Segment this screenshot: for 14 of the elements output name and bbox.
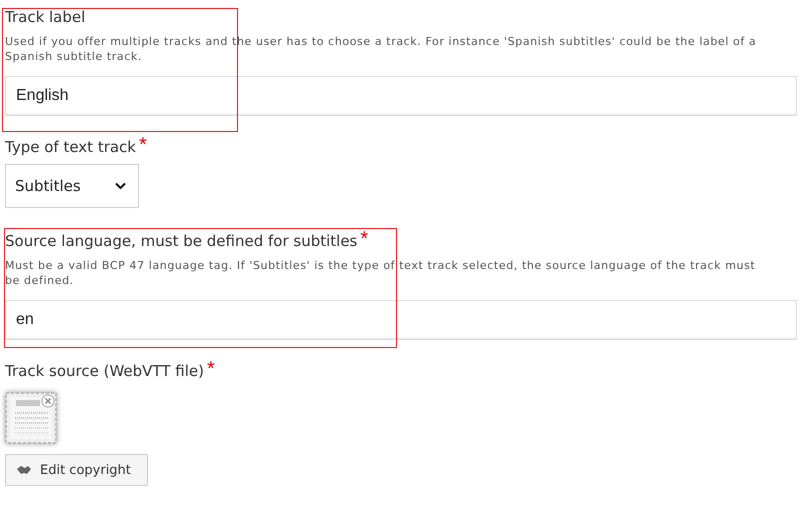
edit-copyright-button[interactable]: Edit copyright <box>5 454 148 486</box>
field-description: Must be a valid BCP 47 language tag. If 'Subtitles' is the type of text track selected, the source language of the track must be defined. <box>5 258 756 288</box>
required-mark: * <box>206 358 215 380</box>
field-label: Source language, must be defined for subtitles <box>5 231 358 252</box>
field-label: Type of text track <box>5 137 136 158</box>
required-mark: * <box>360 228 368 250</box>
required-mark: * <box>139 134 147 156</box>
field-label: Track source (WebVTT file) <box>5 361 204 382</box>
text-field[interactable]: English <box>5 76 797 116</box>
type-dropdown[interactable]: Subtitles <box>5 164 139 208</box>
text-field[interactable]: en <box>5 300 797 340</box>
chevron-down-icon <box>115 182 126 190</box>
field-label: Track label <box>5 7 86 28</box>
text-file-thumbnail-icon[interactable] <box>5 392 57 444</box>
